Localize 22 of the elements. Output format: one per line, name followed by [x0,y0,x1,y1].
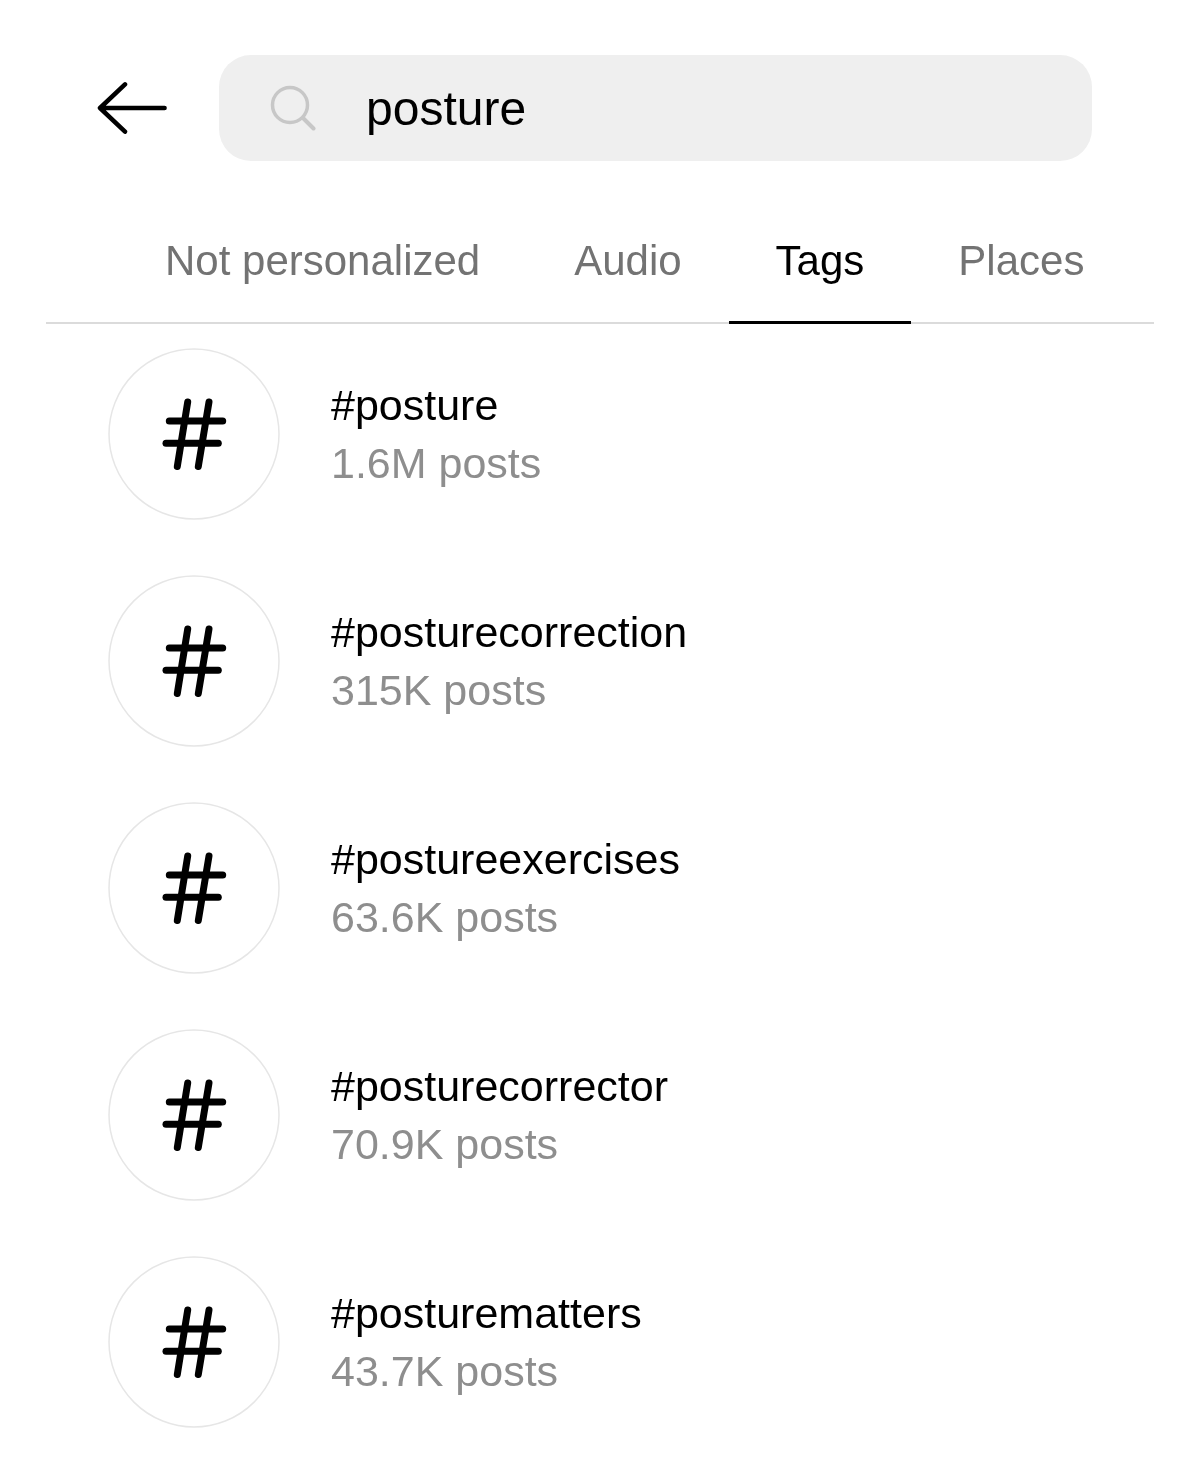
hashtag-icon [108,802,280,974]
post-count: 1.6M posts [331,438,542,489]
tag-name[interactable]: #posturecorrection [331,603,688,661]
post-count: 63.6K posts [331,892,559,943]
back-arrow-icon[interactable] [97,82,167,134]
hashtag-icon [108,1029,280,1201]
search-icon [270,85,316,131]
tag-name[interactable]: #postureexercises [331,830,680,888]
post-count: 43.7K posts [331,1346,559,1397]
tag-name[interactable]: #posturecorrector [331,1057,668,1115]
tag-name[interactable]: #posturematters [331,1284,642,1342]
search-field[interactable]: posture [219,55,1092,161]
post-count: 315K posts [331,665,547,716]
tag-name[interactable]: #posture [331,376,499,434]
tab[interactable]: Places [911,200,1132,324]
hashtag-icon [108,1256,280,1428]
post-count: 70.9K posts [331,1119,559,1170]
tab[interactable]: Not personalized [118,200,528,324]
tab[interactable]: Tags [728,200,912,324]
hashtag-icon [108,575,280,747]
tab[interactable]: Audio [527,200,729,324]
hashtag-icon [108,348,280,520]
